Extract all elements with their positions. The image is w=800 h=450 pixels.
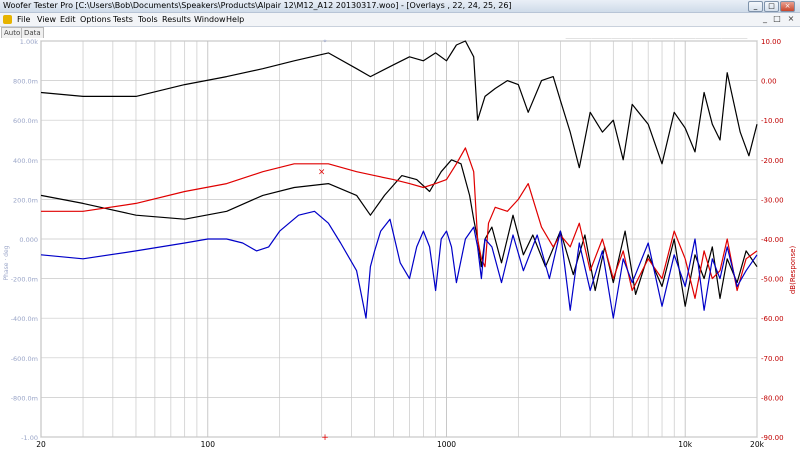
mdi-minimize-button[interactable]: _ — [760, 14, 770, 24]
left-axis-label: Phase · deg — [3, 245, 10, 280]
left-tick-label: -400.0m — [11, 315, 38, 323]
right-tick-label: 0.00 — [761, 78, 777, 86]
x-tick-label: 20k — [750, 440, 765, 449]
right-tick-label: -90.00 — [761, 434, 784, 442]
left-tick-label: 0.000 — [19, 236, 38, 244]
chart-background — [0, 38, 800, 450]
right-tick-label: -40.00 — [761, 236, 784, 244]
close-button[interactable]: × — [780, 1, 795, 12]
left-tick-label: -800.0m — [11, 394, 38, 402]
cursor-marker: × — [318, 168, 326, 178]
right-tick-label: -10.00 — [761, 117, 784, 125]
left-tick-label: 400.0m — [13, 157, 38, 165]
left-tick-label: -600.0m — [11, 355, 38, 363]
right-tick-label: -20.00 — [761, 157, 784, 165]
window-title: Woofer Tester Pro [C:\Users\Bob\Document… — [3, 1, 512, 10]
menu-options[interactable]: Options — [80, 13, 111, 26]
menu-help[interactable]: Help — [226, 13, 244, 26]
chart-markers: × — [318, 168, 326, 178]
right-tick-label: -80.00 — [761, 394, 784, 402]
x-tick-label: 100 — [201, 440, 216, 449]
left-tick-label: 600.0m — [13, 117, 38, 125]
menu-tools[interactable]: Tools — [138, 13, 158, 26]
title-bar: Woofer Tester Pro [C:\Users\Bob\Document… — [0, 0, 800, 13]
cursor-top-marker[interactable]: ⌖ — [323, 38, 327, 45]
right-tick-label: -60.00 — [761, 315, 784, 323]
x-tick-label: 1000 — [437, 440, 456, 449]
response-chart[interactable]: 1.00k 800.0m 600.0m 400.0m 200.0m 0.000 -200.0… — [0, 38, 800, 450]
left-tick-label: 800.0m — [13, 78, 38, 86]
right-axis-label: dB(Response) — [789, 246, 797, 295]
maximize-button[interactable]: □ — [764, 1, 779, 12]
right-tick-label: 10.00 — [761, 38, 781, 46]
menu-window[interactable]: Window — [194, 13, 226, 26]
left-tick-label: 1.00k — [20, 38, 38, 46]
x-tick-label: 20 — [36, 440, 46, 449]
mdi-close-button[interactable]: × — [786, 14, 796, 24]
app-icon — [3, 15, 12, 24]
menu-edit[interactable]: Edit — [60, 13, 76, 26]
left-tick-label: -200.0m — [11, 276, 38, 284]
mdi-restore-button[interactable]: □ — [772, 14, 782, 24]
menu-view[interactable]: View — [37, 13, 56, 26]
x-tick-label: 10k — [678, 440, 693, 449]
right-tick-label: -30.00 — [761, 196, 784, 204]
minimize-button[interactable]: _ — [748, 1, 763, 12]
right-tick-label: -50.00 — [761, 276, 784, 284]
left-tick-label: 200.0m — [13, 196, 38, 204]
right-tick-label: -70.00 — [761, 355, 784, 363]
menu-file[interactable]: File — [17, 13, 30, 26]
menu-tests[interactable]: Tests — [113, 13, 133, 26]
cursor-bottom-marker[interactable]: + — [321, 433, 329, 443]
menu-results[interactable]: Results — [162, 13, 191, 26]
menu-bar: File View Edit Options Tests Tools Resul… — [0, 13, 800, 27]
